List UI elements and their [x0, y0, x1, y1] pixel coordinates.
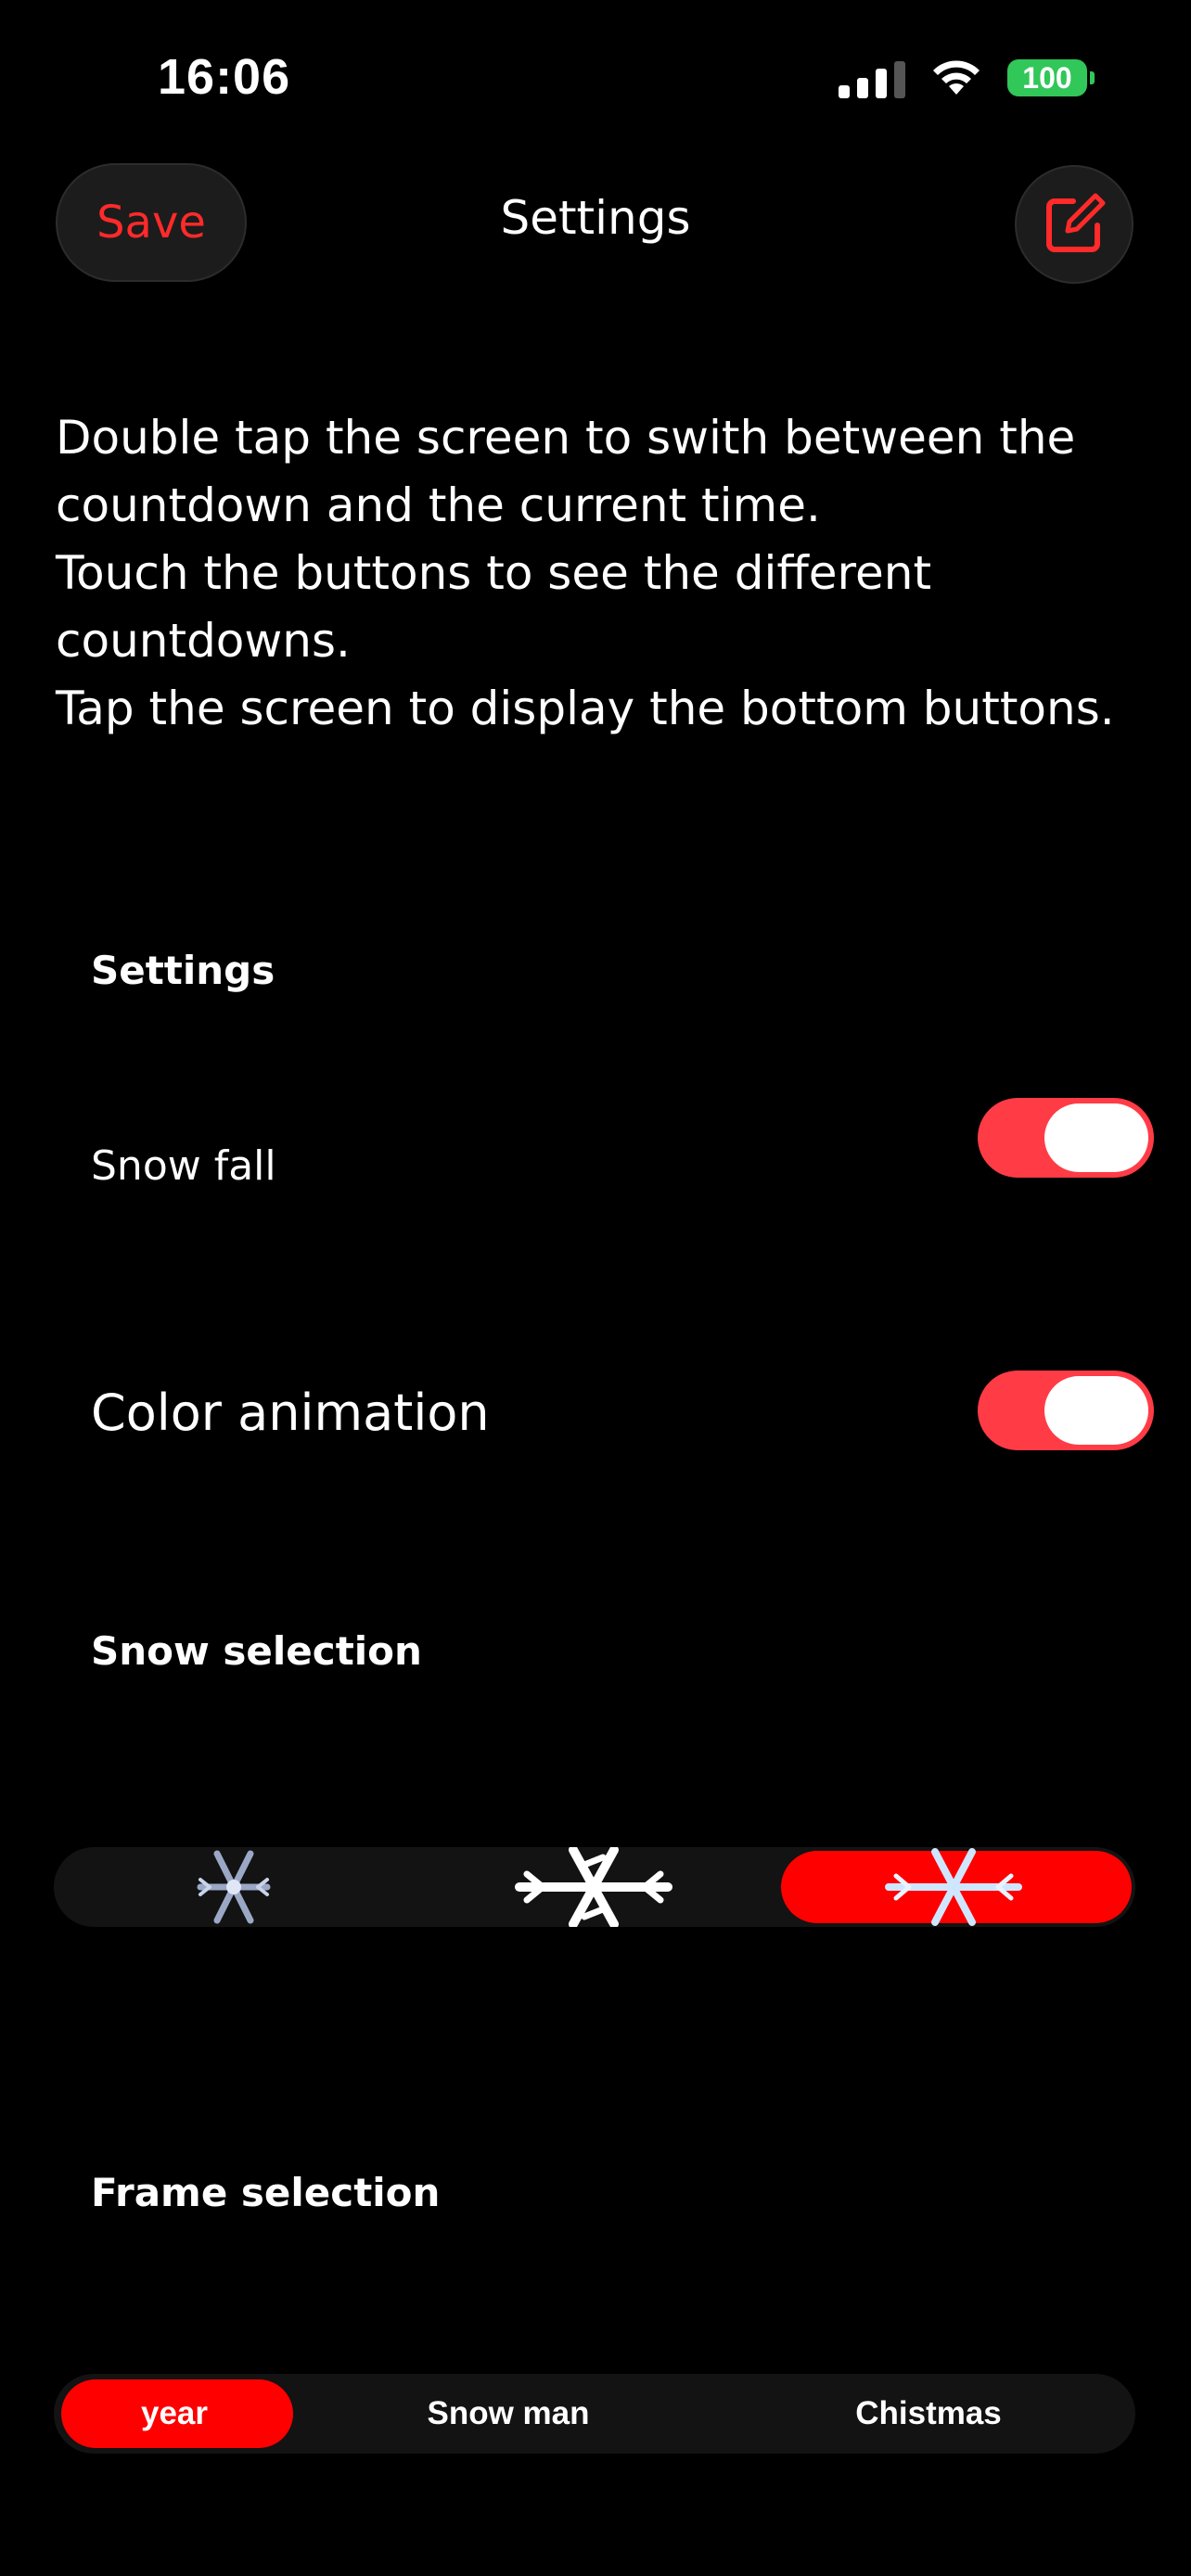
frame-selection-header: Frame selection	[91, 2170, 441, 2215]
snow-option-3[interactable]	[774, 1847, 1133, 1927]
snow-fall-label: Snow fall	[91, 1142, 276, 1190]
edit-button[interactable]	[1015, 165, 1133, 284]
settings-section-header: Settings	[91, 948, 275, 993]
snowflake-icon-blue	[885, 1848, 1022, 1926]
signal-icon	[839, 57, 905, 98]
frame-option-year[interactable]: year	[54, 2374, 295, 2454]
instruction-line: Double tap the screen to swith between t…	[56, 411, 1076, 532]
instruction-line: Touch the buttons to see the different c…	[56, 546, 932, 668]
snowflake-icon-white	[515, 1847, 672, 1927]
toggle-knob	[1044, 1103, 1148, 1172]
snow-fall-toggle[interactable]	[978, 1098, 1154, 1178]
frame-option-label: year	[140, 2395, 209, 2431]
frame-option-label: Chistmas	[855, 2395, 1002, 2431]
battery-level: 100	[1022, 60, 1072, 95]
color-animation-label: Color animation	[91, 1384, 490, 1442]
page-title: Settings	[500, 191, 691, 245]
square-pencil-icon	[1046, 193, 1106, 252]
snow-option-2[interactable]	[414, 1847, 774, 1927]
frame-selection-control: year Snow man Chistmas	[54, 2374, 1135, 2454]
snowflake-icon-shaded	[197, 1850, 271, 1924]
battery-icon: 100	[1007, 59, 1095, 96]
color-animation-toggle[interactable]	[978, 1371, 1154, 1450]
status-time: 16:06	[158, 49, 291, 105]
snow-option-1[interactable]	[54, 1847, 414, 1927]
frame-option-christmas[interactable]: Chistmas	[722, 2374, 1135, 2454]
instruction-line: Tap the screen to display the bottom but…	[56, 682, 1115, 735]
status-indicators: 100	[839, 57, 1095, 98]
frame-option-label: Snow man	[427, 2395, 590, 2431]
snow-selection-control	[54, 1847, 1135, 1927]
toggle-knob	[1044, 1376, 1148, 1445]
snow-selection-header: Snow selection	[91, 1628, 422, 1674]
instructions-text: Double tap the screen to swith between t…	[56, 404, 1150, 743]
frame-option-snow-man[interactable]: Snow man	[295, 2374, 722, 2454]
wifi-icon	[929, 57, 983, 98]
